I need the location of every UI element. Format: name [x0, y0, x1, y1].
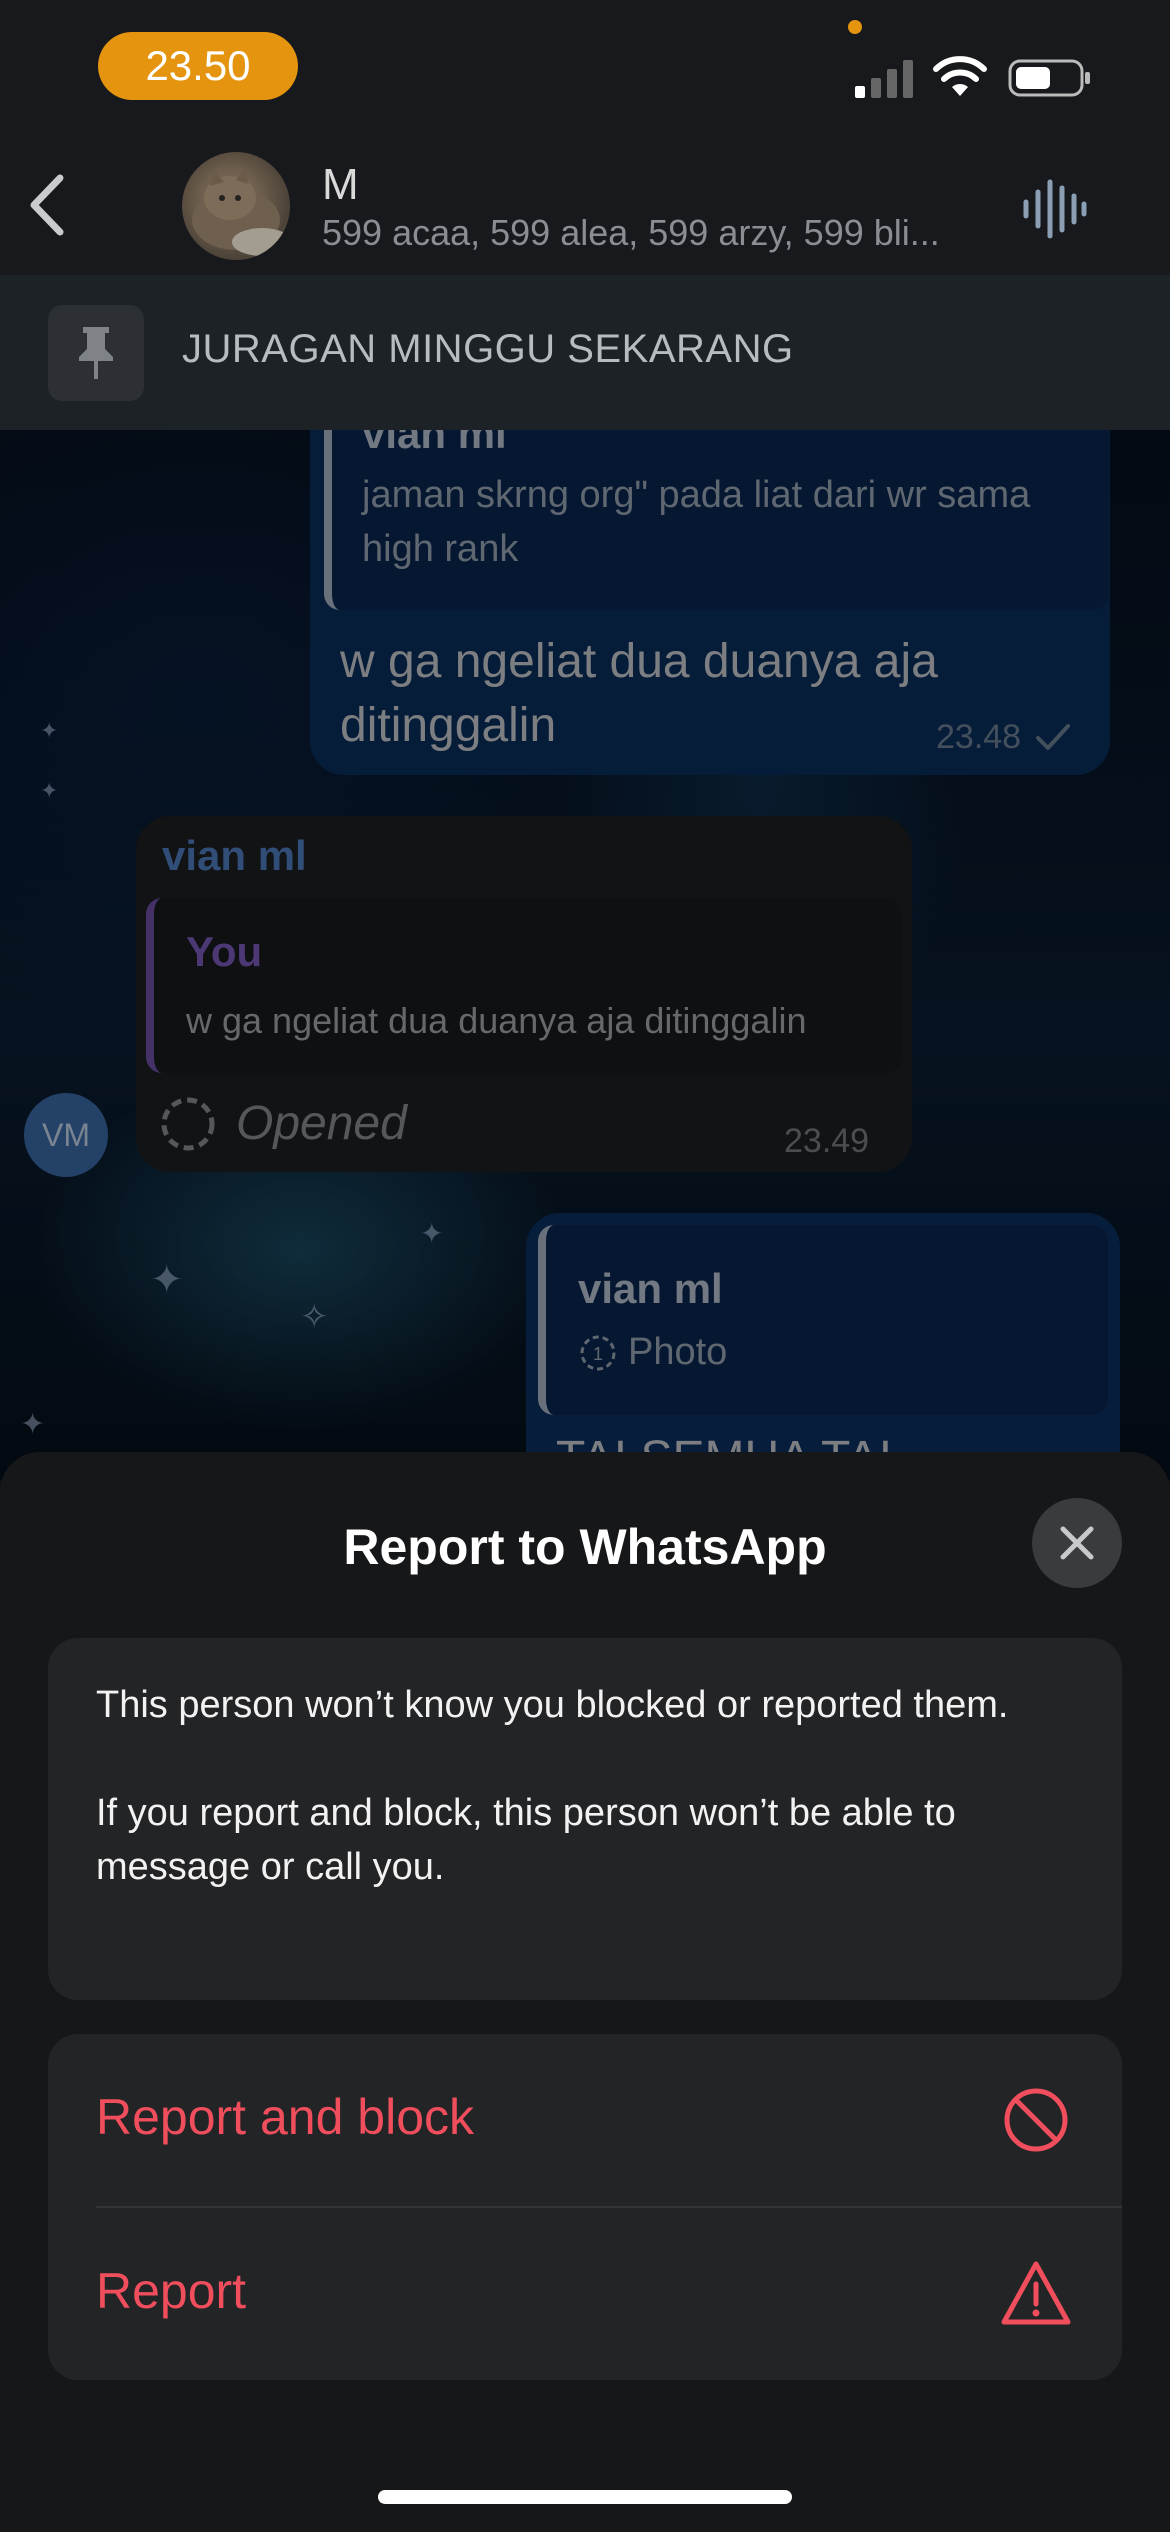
chat-header: M 599 acaa, 599 alea, 599 arzy, 599 bli.… — [0, 140, 1170, 275]
wifi-icon — [933, 56, 987, 96]
report-button[interactable]: Report — [48, 2208, 1122, 2380]
voice-chat-waveform-icon[interactable] — [1020, 176, 1090, 242]
cellular-signal-icon — [855, 60, 913, 98]
pin-icon — [79, 327, 113, 379]
info-block-effect: If you report and block, this person won… — [96, 1792, 956, 1888]
group-avatar[interactable] — [182, 152, 290, 260]
pinned-message-text: JURAGAN MINGGU SEKARANG — [182, 327, 794, 371]
report-and-block-button[interactable]: Report and block — [48, 2034, 1122, 2206]
chat-title[interactable]: M — [322, 160, 359, 210]
back-chevron-icon[interactable] — [22, 170, 72, 240]
sheet-title: Report to WhatsApp — [343, 1519, 827, 1575]
status-time: 23.50 — [98, 32, 298, 100]
report-info-card: This person won’t know you blocked or re… — [48, 1638, 1122, 2000]
privacy-indicator-dot — [848, 20, 862, 34]
report-sheet: Report to WhatsApp This person won’t kno… — [0, 1452, 1170, 2532]
close-icon — [1060, 1526, 1094, 1560]
pin-icon-container — [48, 305, 144, 401]
cat-photo-icon — [192, 168, 290, 256]
report-and-block-label: Report and block — [96, 2089, 475, 2145]
pinned-message-bar[interactable]: JURAGAN MINGGU SEKARANG — [0, 275, 1170, 430]
block-icon — [1004, 2088, 1068, 2152]
info-blocked-notice: This person won’t know you blocked or re… — [96, 1684, 1009, 1726]
warning-icon — [1001, 2261, 1071, 2325]
report-label: Report — [96, 2263, 247, 2319]
close-button[interactable] — [1032, 1498, 1122, 1588]
home-indicator[interactable] — [378, 2490, 792, 2504]
battery-icon — [1008, 59, 1090, 97]
report-actions-card: Report and block Report — [48, 2034, 1122, 2380]
chat-members-subtitle[interactable]: 599 acaa, 599 alea, 599 arzy, 599 bli... — [322, 212, 982, 254]
status-bar: 23.50 — [0, 0, 1170, 140]
